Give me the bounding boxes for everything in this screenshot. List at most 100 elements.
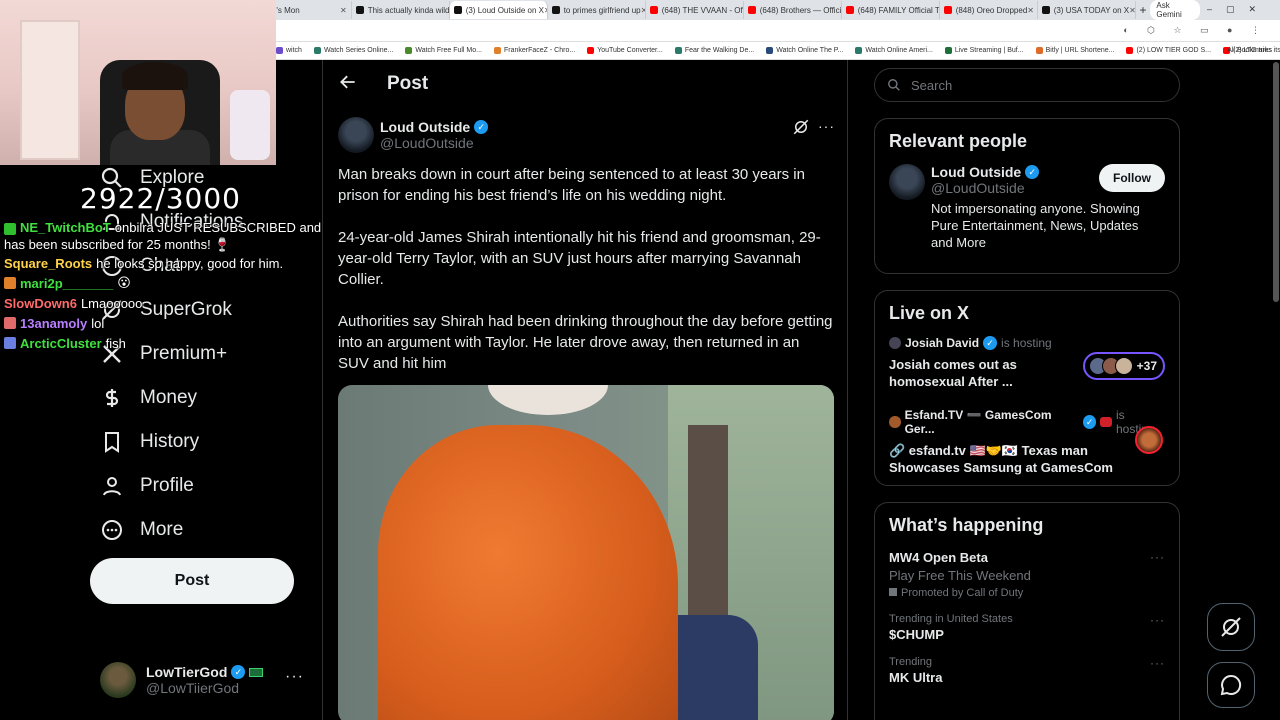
author-handle[interactable]: @LoudOutside [380,135,488,151]
bookmark-item[interactable]: YouTube Converter... [587,47,663,54]
more-icon[interactable]: ··· [285,668,304,686]
tab-favicon [1041,6,1050,14]
nav-history[interactable]: History [100,426,199,458]
chat-badge-icon [4,337,16,349]
bookmark-item[interactable]: FrankerFaceZ - Chro... [494,47,575,54]
trend-item[interactable]: MW4 Open Beta Play Free This Weekend Pro… [875,550,1179,613]
messages-fab-button[interactable] [1207,662,1255,708]
new-tab-button[interactable]: + [1136,3,1151,17]
nav-profile[interactable]: Profile [100,470,194,502]
nav-label: History [140,431,200,452]
bookmark-label: Watch Online Ameri... [865,47,933,54]
close-tab-icon[interactable]: ✕ [1027,6,1034,15]
more-icon[interactable]: ··· [818,118,835,134]
browser-tab[interactable]: (3) Loud Outside on X✕ [449,1,548,19]
more-icon[interactable]: ··· [1150,656,1165,670]
page-title: Post [387,73,429,94]
post-button[interactable]: Post [90,558,294,604]
chat-username: Square_Roots [4,255,93,271]
tab-favicon [355,6,364,14]
browser-tab[interactable]: (648) THE VVAAN - Offi✕ [646,1,744,19]
bookmark-label: witch [286,47,302,54]
scrollbar[interactable] [1273,62,1279,302]
chat-text: lol [91,315,105,331]
account-switcher[interactable]: LowTierGod ✓ @LowTiierGod ··· [100,660,310,700]
live-item[interactable]: Josiah David ✓ is hosting Josiah comes o… [875,336,1179,400]
tab-favicon [943,6,952,14]
verified-icon: ✓ [1025,165,1040,179]
bookmark-item[interactable]: (2) LOW TIER GOD S... [1126,47,1211,54]
host-name: Esfand.TV ➖ GamesCom Ger... [904,408,1052,436]
window-controls[interactable]: –▢✕ [1207,4,1270,15]
card-title: Relevant people [889,131,1028,151]
more-circle-icon [102,520,122,540]
person-bio: Not impersonating anyone. Showing Pure E… [931,201,1140,250]
listener-count: +37 [1136,359,1157,373]
main-column: Post Loud Outside ✓ @LoudOutside ··· Man… [324,60,848,720]
chat-text: Lmaooooo [80,295,143,311]
whats-happening-card: What’s happening MW4 Open Beta Play Free… [874,502,1180,720]
nav-more[interactable]: More [100,514,183,546]
bookmark-item[interactable]: Watch Online The P... [766,47,843,54]
search-input[interactable]: Search [874,68,1180,102]
more-icon[interactable]: ··· [1150,550,1165,564]
all-bookmarks[interactable]: All Bookmarks [1227,47,1272,54]
more-icon[interactable]: ··· [1150,613,1165,627]
chat-badge-icon [4,222,16,235]
author-name-row: Loud Outside ✓ [380,119,489,135]
live-title: Josiah comes out as homosexual After ... [889,357,1017,389]
chat-text: fish [105,335,126,351]
bookmark-item[interactable]: Watch Free Full Mo... [405,47,482,54]
post-author[interactable]: Loud Outside ✓ @LoudOutside [338,117,489,153]
bookmark-item[interactable]: Live Streaming | Buf... [944,47,1024,54]
nav-label: Profile [140,475,194,496]
extension-icons[interactable]: ◐ ⬡ ☆ ▭ ● ⋮ [1123,25,1268,36]
bookmark-icon [105,432,119,453]
affiliate-badge [249,667,264,677]
tab-favicon [551,6,560,14]
avatar[interactable] [889,164,925,200]
tab-label: This actually kinda wild [367,5,450,15]
person-name[interactable]: Loud Outside [931,164,1021,180]
nav-money[interactable]: Money [100,382,197,414]
close-tab-icon[interactable]: ✕ [340,6,347,15]
follow-button[interactable]: Follow [1099,164,1165,192]
live-item[interactable]: Esfand.TV ➖ GamesCom Ger... ✓ is hosting… [875,408,1179,486]
trend-item[interactable]: Trending in United States $CHUMP ··· [875,613,1179,656]
live-on-x-card: Live on X Josiah David ✓ is hosting Josi… [874,290,1180,486]
host-name: Josiah David [905,336,980,350]
browser-tab[interactable]: (648) FAMILY Official Tr✕ [842,1,940,19]
browser-tab[interactable]: (3) USA TODAY on X ✕ [1038,1,1136,19]
trend-item[interactable]: Trending MK Ultra ··· [875,656,1179,699]
browser-tab[interactable]: (648) Brothers — Offici✕ [744,1,842,19]
browser-tab[interactable]: to primes girlfriend up✕ [548,1,646,19]
bookmark-item[interactable]: Fear the Walking De... [674,47,754,54]
chat-username: SlowDown6 [4,295,77,311]
chat-message: 13anamoly lol [4,313,334,333]
back-arrow-icon[interactable] [338,72,358,92]
browser-tab[interactable]: This actually kinda wild✕ [352,1,450,19]
chat-message: Square_Roots he looks so happy, good for … [4,253,334,273]
verified-icon: ✓ [1082,415,1097,429]
ask-gemini-button[interactable]: Ask Gemini [1150,0,1200,20]
bookmark-favicon [944,47,952,54]
bookmark-item[interactable]: Bitly | URL Shortene... [1035,47,1114,54]
relevant-person[interactable]: Loud Outside ✓ @LoudOutside Not imperson… [875,164,1179,263]
avatar[interactable] [338,117,374,153]
post-video[interactable] [338,385,834,720]
bookmark-item[interactable]: Watch Series Online... [313,47,393,54]
tab-label: (3) USA TODAY on X [1053,5,1130,15]
host-live-avatar [1135,426,1163,454]
webcam-lamp [230,90,270,160]
bookmark-item[interactable]: witch [276,47,302,54]
browser-tab[interactable]: (848) Oreo Dropped ✕ [940,1,1038,19]
card-title: Live on X [889,303,970,323]
author-name[interactable]: Loud Outside [380,119,470,135]
account-name-row: LowTierGod ✓ [146,664,264,680]
tab-favicon [453,6,462,14]
post-header: Post [324,60,848,108]
tab-favicon [747,6,756,14]
grok-fab-button[interactable] [1207,603,1255,651]
grok-icon[interactable] [792,118,810,136]
bookmark-item[interactable]: Watch Online Ameri... [855,47,933,54]
